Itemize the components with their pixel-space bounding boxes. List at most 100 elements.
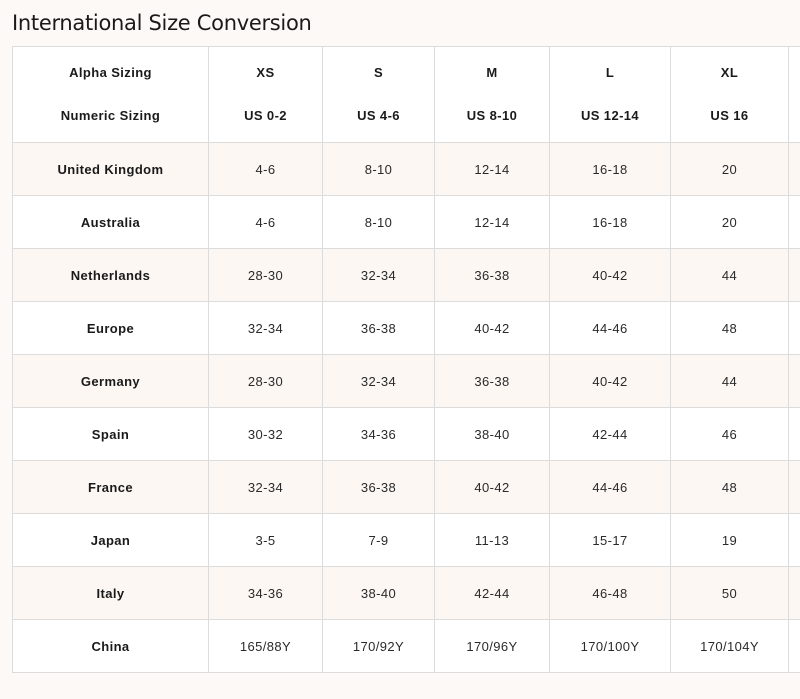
overflow-cell	[788, 248, 800, 302]
size-value-cell: 44	[670, 248, 789, 302]
numeric-size: US 12-14	[580, 108, 640, 123]
table-row: Spain 30-32 34-36 38-40 42-44 46	[12, 407, 800, 461]
size-value-cell: 36-38	[434, 248, 550, 302]
size-value-cell: 40-42	[549, 354, 671, 408]
alpha-size: M	[486, 65, 498, 80]
header-size-cell: M US 8-10	[434, 46, 550, 143]
size-value-cell: 28-30	[208, 248, 323, 302]
size-value-cell: 36-38	[322, 460, 435, 514]
table-row: Japan 3-5 7-9 11-13 15-17 19	[12, 513, 800, 567]
table-row: Italy 34-36 38-40 42-44 46-48 50	[12, 566, 800, 620]
alpha-size: XL	[720, 65, 739, 80]
numeric-sizing-label: Numeric Sizing	[60, 108, 161, 123]
header-label-cell: Alpha Sizing Numeric Sizing	[12, 46, 209, 143]
header-size-cell: XL US 16	[670, 46, 789, 143]
size-value-cell: 8-10	[322, 142, 435, 196]
table-row: Germany 28-30 32-34 36-38 40-42 44	[12, 354, 800, 408]
table-body: Alpha Sizing Numeric Sizing XS US 0-2 S …	[12, 46, 800, 673]
size-value-cell: 42-44	[549, 407, 671, 461]
alpha-size: XS	[256, 65, 275, 80]
size-value-cell: 44-46	[549, 460, 671, 514]
size-value-cell: 34-36	[322, 407, 435, 461]
size-value-cell: 170/104Y	[670, 619, 789, 673]
page-title: International Size Conversion	[12, 11, 312, 35]
size-value-cell: 20	[670, 142, 789, 196]
size-value-cell: 40-42	[434, 460, 550, 514]
table-row: France 32-34 36-38 40-42 44-46 48	[12, 460, 800, 514]
numeric-size: US 8-10	[466, 108, 518, 123]
overflow-cell	[788, 513, 800, 567]
size-value-cell: 20	[670, 195, 789, 249]
table-row: China 165/88Y 170/92Y 170/96Y 170/100Y 170/10…	[12, 619, 800, 673]
size-value-cell: 8-10	[322, 195, 435, 249]
table-header-row: Alpha Sizing Numeric Sizing XS US 0-2 S …	[12, 46, 800, 143]
table-row: Netherlands 28-30 32-34 36-38 40-42 44	[12, 248, 800, 302]
size-value-cell: 48	[670, 301, 789, 355]
country-name-cell: China	[12, 619, 209, 673]
size-value-cell: 36-38	[322, 301, 435, 355]
table-row: Australia 4-6 8-10 12-14 16-18 20	[12, 195, 800, 249]
size-value-cell: 170/92Y	[322, 619, 435, 673]
country-name-cell: Netherlands	[12, 248, 209, 302]
size-value-cell: 11-13	[434, 513, 550, 567]
size-conversion-table: Alpha Sizing Numeric Sizing XS US 0-2 S …	[12, 46, 800, 673]
size-value-cell: 7-9	[322, 513, 435, 567]
size-value-cell: 32-34	[322, 248, 435, 302]
size-value-cell: 4-6	[208, 142, 323, 196]
size-value-cell: 40-42	[549, 248, 671, 302]
size-value-cell: 16-18	[549, 142, 671, 196]
size-value-cell: 38-40	[434, 407, 550, 461]
alpha-size: S	[373, 65, 384, 80]
overflow-cell	[788, 301, 800, 355]
numeric-size: US 4-6	[357, 108, 400, 123]
numeric-size: US 0-2	[244, 108, 287, 123]
overflow-cell	[788, 619, 800, 673]
size-value-cell: 38-40	[322, 566, 435, 620]
overflow-cell	[788, 354, 800, 408]
header-size-cell: XS US 0-2	[208, 46, 323, 143]
country-name-cell: United Kingdom	[12, 142, 209, 196]
size-value-cell: 48	[670, 460, 789, 514]
overflow-cell	[788, 407, 800, 461]
overflow-cell	[788, 142, 800, 196]
size-value-cell: 12-14	[434, 142, 550, 196]
numeric-size: US 16	[710, 108, 749, 123]
size-value-cell: 34-36	[208, 566, 323, 620]
table-row: Europe 32-34 36-38 40-42 44-46 48	[12, 301, 800, 355]
size-value-cell: 44-46	[549, 301, 671, 355]
size-value-cell: 4-6	[208, 195, 323, 249]
country-name-cell: Germany	[12, 354, 209, 408]
country-name-cell: Italy	[12, 566, 209, 620]
size-value-cell: 12-14	[434, 195, 550, 249]
size-value-cell: 44	[670, 354, 789, 408]
size-value-cell: 15-17	[549, 513, 671, 567]
table-row: United Kingdom 4-6 8-10 12-14 16-18 20	[12, 142, 800, 196]
size-value-cell: 40-42	[434, 301, 550, 355]
size-value-cell: 16-18	[549, 195, 671, 249]
size-value-cell: 3-5	[208, 513, 323, 567]
alpha-sizing-label: Alpha Sizing	[69, 65, 152, 80]
header-size-cell: S US 4-6	[322, 46, 435, 143]
country-name-cell: France	[12, 460, 209, 514]
size-value-cell: 28-30	[208, 354, 323, 408]
country-name-cell: Spain	[12, 407, 209, 461]
size-value-cell: 165/88Y	[208, 619, 323, 673]
country-name-cell: Japan	[12, 513, 209, 567]
size-guide-page: International Size Conversion Alpha Sizi…	[0, 0, 800, 699]
size-value-cell: 46-48	[549, 566, 671, 620]
size-value-cell: 36-38	[434, 354, 550, 408]
size-value-cell: 32-34	[208, 460, 323, 514]
header-overflow-cell	[788, 46, 800, 143]
size-table-scroll-area[interactable]: Alpha Sizing Numeric Sizing XS US 0-2 S …	[12, 46, 800, 673]
size-value-cell: 170/96Y	[434, 619, 550, 673]
size-value-cell: 170/100Y	[549, 619, 671, 673]
size-value-cell: 32-34	[208, 301, 323, 355]
size-value-cell: 19	[670, 513, 789, 567]
size-value-cell: 46	[670, 407, 789, 461]
size-value-cell: 30-32	[208, 407, 323, 461]
overflow-cell	[788, 566, 800, 620]
header-size-cell: L US 12-14	[549, 46, 671, 143]
overflow-cell	[788, 195, 800, 249]
country-name-cell: Europe	[12, 301, 209, 355]
overflow-cell	[788, 460, 800, 514]
